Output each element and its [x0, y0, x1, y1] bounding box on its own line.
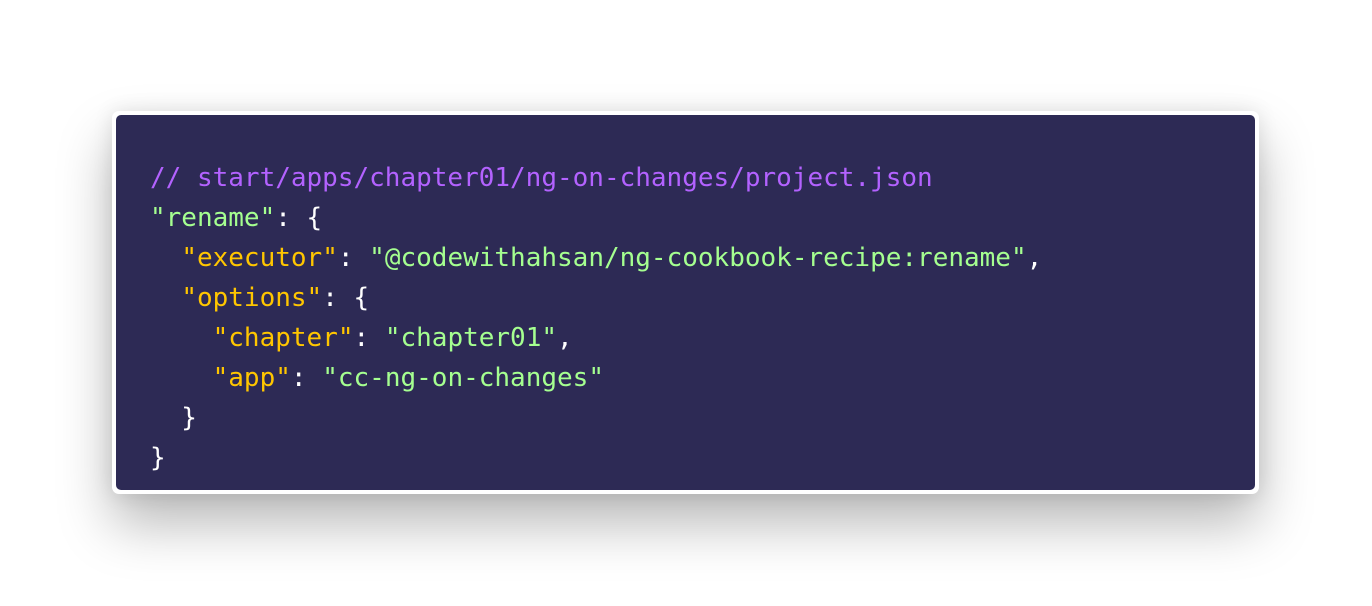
- json-key-app: app: [228, 363, 276, 393]
- code-window: // start/apps/chapter01/ng-on-changes/pr…: [116, 115, 1255, 490]
- code-line-comment: // start/apps/chapter01/ng-on-changes/pr…: [150, 158, 1042, 198]
- code-line-rename: "rename": {: [150, 203, 323, 233]
- code-line-app: "app": "cc-ng-on-changes": [212, 363, 604, 393]
- json-value-executor: @codewithahsan/ng-cookbook-recipe:rename: [384, 243, 1011, 273]
- json-key-executor: executor: [196, 243, 323, 273]
- json-key-options: options: [196, 283, 307, 313]
- code-line-close-options: }: [150, 403, 197, 433]
- code-line-executor: "executor": "@codewithahsan/ng-cookbook-…: [181, 243, 1043, 273]
- file-path-comment: // start/apps/chapter01/ng-on-changes/pr…: [150, 163, 933, 193]
- json-key-chapter: chapter: [228, 323, 338, 353]
- code-line-options: "options": {: [181, 283, 370, 313]
- code-line-chapter: "chapter": "chapter01",: [212, 323, 573, 353]
- code-snippet-frame: // start/apps/chapter01/ng-on-changes/pr…: [112, 111, 1259, 494]
- json-value-app: cc-ng-on-changes: [337, 363, 589, 393]
- json-value-chapter: chapter01: [400, 323, 542, 353]
- code-block: // start/apps/chapter01/ng-on-changes/pr…: [150, 158, 1042, 478]
- code-line-close-root: }: [150, 443, 166, 473]
- json-key-rename: rename: [165, 203, 260, 233]
